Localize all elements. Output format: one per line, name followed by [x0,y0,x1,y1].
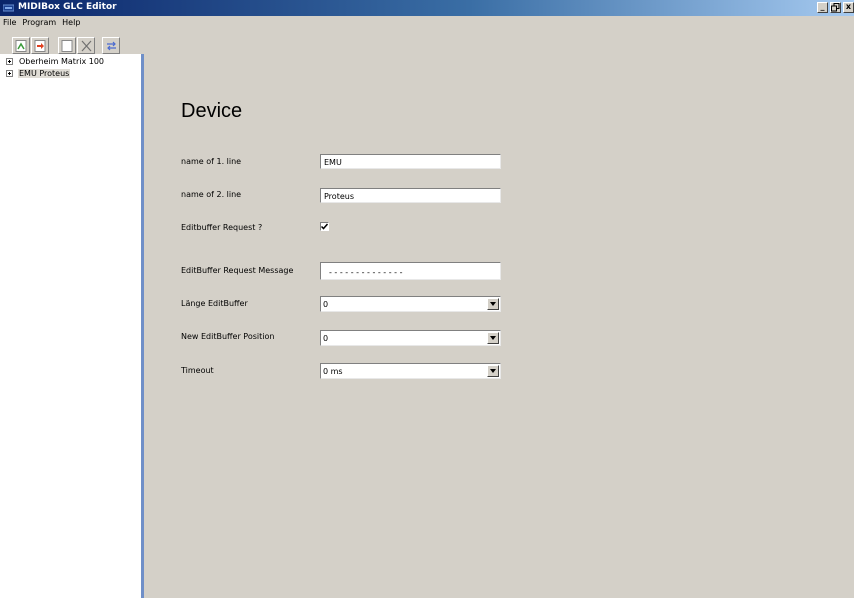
device-tree[interactable]: Oberheim Matrix 100 EMU Proteus [0,54,141,598]
line1-input[interactable]: EMU [320,154,501,169]
delete-button[interactable] [77,37,95,54]
line1-label: name of 1. line [181,157,242,166]
page-title: Device [181,100,243,122]
import-button[interactable] [12,37,30,54]
editbuffer-message-input[interactable]: - - - - - - - - - - - - - - [320,262,501,280]
editbuffer-request-checkbox[interactable] [320,222,329,231]
chevron-down-icon[interactable] [487,365,499,377]
new-button[interactable] [58,37,76,54]
new-editbuffer-position-select[interactable]: 0 [320,330,501,346]
expand-icon[interactable] [6,70,13,77]
new-icon [61,40,73,52]
new-editbuffer-position-label: New EditBuffer Position [181,332,275,341]
export-icon [34,40,46,52]
menu-help[interactable]: Help [59,16,83,29]
window-title: MIDIBox GLC Editor [18,2,117,12]
title-bar[interactable]: MIDIBox GLC Editor _ x [0,0,854,16]
timeout-select[interactable]: 0 ms [320,363,501,379]
chevron-down-icon[interactable] [487,298,499,310]
expand-icon[interactable] [6,58,13,65]
editbuffer-request-label: Editbuffer Request ? [181,223,263,232]
export-button[interactable] [31,37,49,54]
selected-value: 0 ms [323,367,343,376]
timeout-label: Timeout [181,366,214,375]
chevron-down-icon[interactable] [487,332,499,344]
delete-icon [81,40,92,52]
laenge-editbuffer-select[interactable]: 0 [320,296,501,312]
selected-value: 0 [323,300,329,309]
swap-button[interactable] [102,37,120,54]
app-icon [3,4,14,12]
swap-icon [107,41,116,51]
checkmark-icon [321,223,328,230]
minimize-button[interactable]: _ [817,2,828,13]
laenge-editbuffer-label: Länge EditBuffer [181,299,248,308]
restore-icon [831,3,840,12]
menu-file[interactable]: File [0,16,19,29]
line2-label: name of 2. line [181,190,242,199]
tree-item-oberheim[interactable]: Oberheim Matrix 100 [6,56,105,67]
maximize-button[interactable] [830,2,841,13]
selected-value: 0 [323,334,329,343]
panel-splitter[interactable] [141,54,144,598]
menu-bar: File Program Help [0,16,83,29]
line2-input[interactable]: Proteus [320,188,501,203]
close-button[interactable]: x [843,2,854,13]
tree-item-label: EMU Proteus [18,69,71,78]
tree-item-label: Oberheim Matrix 100 [19,57,104,66]
import-icon [15,40,27,52]
editbuffer-message-label: EditBuffer Request Message [181,266,294,275]
tree-item-emu-proteus[interactable]: EMU Proteus [6,68,71,79]
menu-program[interactable]: Program [19,16,59,29]
